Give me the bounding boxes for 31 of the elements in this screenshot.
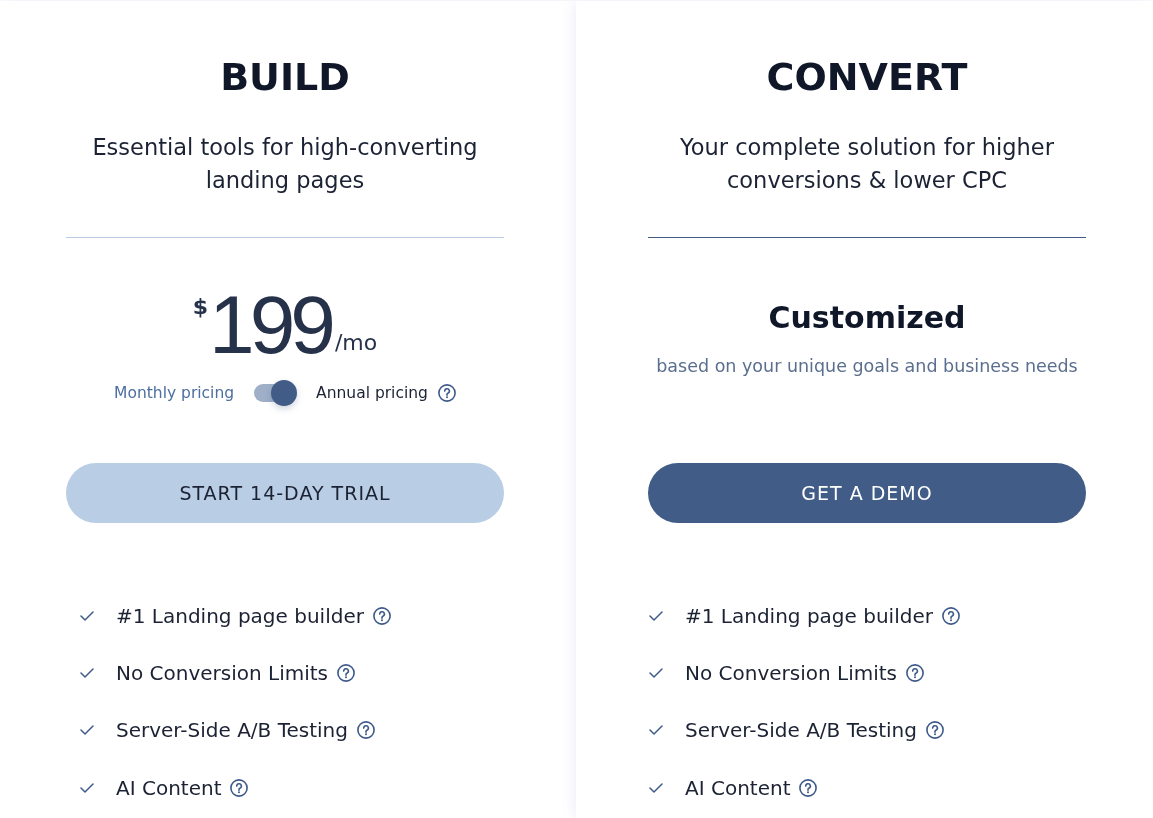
feature-label: #1 Landing page builder	[116, 603, 364, 628]
feature-label: Server-Side A/B Testing	[685, 718, 917, 743]
plan-title: BUILD	[219, 54, 351, 101]
price-note: based on your unique goals and business needs	[655, 355, 1079, 377]
help-icon[interactable]	[799, 778, 818, 797]
help-icon[interactable]	[906, 663, 925, 682]
feature-label: Server-Side A/B Testing	[116, 718, 348, 743]
billing-option-label: Monthly pricing	[114, 384, 235, 402]
trial-button[interactable]: START 14-DAY TRIAL	[66, 463, 504, 523]
price-amount: 199	[209, 284, 331, 366]
feature-label: AI Content	[685, 775, 791, 800]
currency-symbol: $	[192, 296, 209, 318]
demo-button[interactable]: GET A DEMO	[648, 463, 1086, 523]
price-heading: Customized	[767, 299, 967, 337]
plan-description: Your complete solution for higher conversions & lower CPC	[679, 133, 1055, 195]
help-icon[interactable]	[925, 721, 944, 740]
feature-label: No Conversion Limits	[116, 660, 329, 685]
plan-description: Essential tools for high-converting landing pages	[91, 133, 479, 195]
help-icon[interactable]	[941, 606, 960, 625]
help-icon[interactable]	[337, 663, 356, 682]
feature-label: #1 Landing page builder	[685, 603, 933, 628]
billing-option-label: Annual pricing	[316, 384, 428, 402]
feature-label: AI Content	[116, 775, 222, 800]
price-period: /mo	[334, 332, 378, 354]
feature-label: No Conversion Limits	[685, 660, 898, 685]
help-icon[interactable]	[372, 606, 391, 625]
help-icon[interactable]	[437, 384, 456, 402]
toggle-switch[interactable]	[254, 380, 298, 406]
plan-title: CONVERT	[765, 54, 969, 101]
help-icon[interactable]	[356, 721, 375, 740]
help-icon[interactable]	[230, 778, 249, 797]
